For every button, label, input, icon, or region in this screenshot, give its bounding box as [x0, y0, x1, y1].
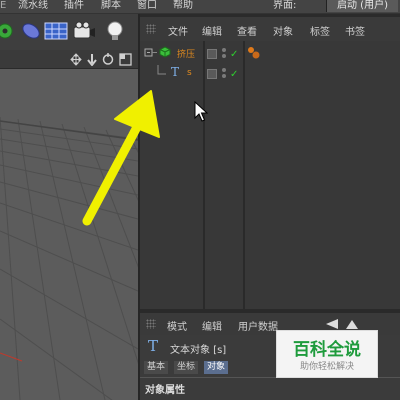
subtab-object[interactable]: 对象: [204, 361, 229, 374]
tab-objects[interactable]: 对象: [273, 23, 293, 38]
object-title: 文本对象 [s]: [170, 345, 227, 356]
toolbar: [0, 14, 138, 50]
menu-item-plugins[interactable]: 插件: [64, 0, 84, 12]
list-item-text[interactable]: T s: [156, 65, 204, 81]
deformer-icon[interactable]: [20, 20, 42, 42]
column-separator: [243, 41, 245, 309]
tab-tags[interactable]: 标签: [310, 23, 330, 38]
layer-swatch[interactable]: [207, 49, 217, 59]
tab-edit[interactable]: 编辑: [202, 23, 222, 38]
menu-item-scripts[interactable]: 脚本: [101, 0, 121, 12]
column-separator: [203, 41, 205, 309]
subtab-basic[interactable]: 基本: [144, 361, 169, 374]
menu-item-help[interactable]: 帮助: [173, 0, 193, 12]
enabled-check-icon[interactable]: ✓: [230, 70, 238, 80]
tree-collapse-icon[interactable]: [144, 46, 158, 60]
menu-bar: E 流水线 插件 脚本 窗口 帮助 界面: 启动 (用户): [0, 0, 400, 14]
viewport-navigation-icons[interactable]: [70, 53, 136, 66]
viewport-header: [0, 50, 138, 69]
tab-mode[interactable]: 模式: [167, 318, 187, 333]
tab-view[interactable]: 查看: [237, 23, 257, 38]
grip-handle[interactable]: [146, 24, 156, 34]
list-item-extrude[interactable]: 挤压: [144, 45, 244, 61]
mouse-cursor-icon: [194, 101, 208, 122]
object-manager-menubar: 文件 编辑 查看 对象 标签 书签: [140, 17, 400, 41]
text-spline-icon: T: [171, 65, 180, 79]
editor-visibility-dot[interactable]: [222, 68, 226, 72]
tree-branch-line: [157, 65, 166, 75]
layout-label: 界面:: [273, 0, 297, 11]
light-bulb-icon[interactable]: [104, 20, 126, 42]
enabled-check-icon[interactable]: ✓: [230, 50, 238, 60]
tab-edit[interactable]: 编辑: [202, 318, 222, 333]
object-list[interactable]: [140, 41, 400, 309]
text-object-icon: T: [148, 337, 159, 355]
menu-item-pipeline[interactable]: 流水线: [18, 0, 48, 12]
material-tag-icon[interactable]: [247, 46, 261, 60]
object-name[interactable]: 挤压: [177, 47, 195, 60]
subtab-coord[interactable]: 坐标: [174, 361, 199, 374]
layout-select[interactable]: 启动 (用户): [326, 0, 398, 12]
render-visibility-dot[interactable]: [222, 74, 226, 78]
object-name[interactable]: s: [187, 68, 192, 78]
watermark-logo: 百科全说 助你轻松解决: [276, 330, 378, 378]
editor-visibility-dot[interactable]: [222, 48, 226, 52]
tab-user-data[interactable]: 用户数据: [238, 318, 278, 333]
floor-grid-icon[interactable]: [44, 20, 68, 42]
menu-item-edge[interactable]: E: [0, 0, 6, 12]
tab-file[interactable]: 文件: [168, 23, 188, 38]
gear-green-icon[interactable]: [0, 20, 22, 42]
menu-item-window[interactable]: 窗口: [137, 0, 157, 12]
layer-swatch[interactable]: [207, 69, 217, 79]
tab-bookmarks[interactable]: 书签: [345, 23, 365, 38]
camera-icon[interactable]: [72, 20, 95, 42]
watermark-subtitle: 助你轻松解决: [299, 362, 354, 372]
watermark-title: 百科全说: [293, 340, 361, 360]
annotation-arrow: [82, 90, 160, 226]
grip-handle[interactable]: [146, 319, 156, 329]
section-title: 对象属性: [145, 385, 185, 396]
extrude-icon: [159, 46, 171, 58]
render-visibility-dot[interactable]: [222, 54, 226, 58]
